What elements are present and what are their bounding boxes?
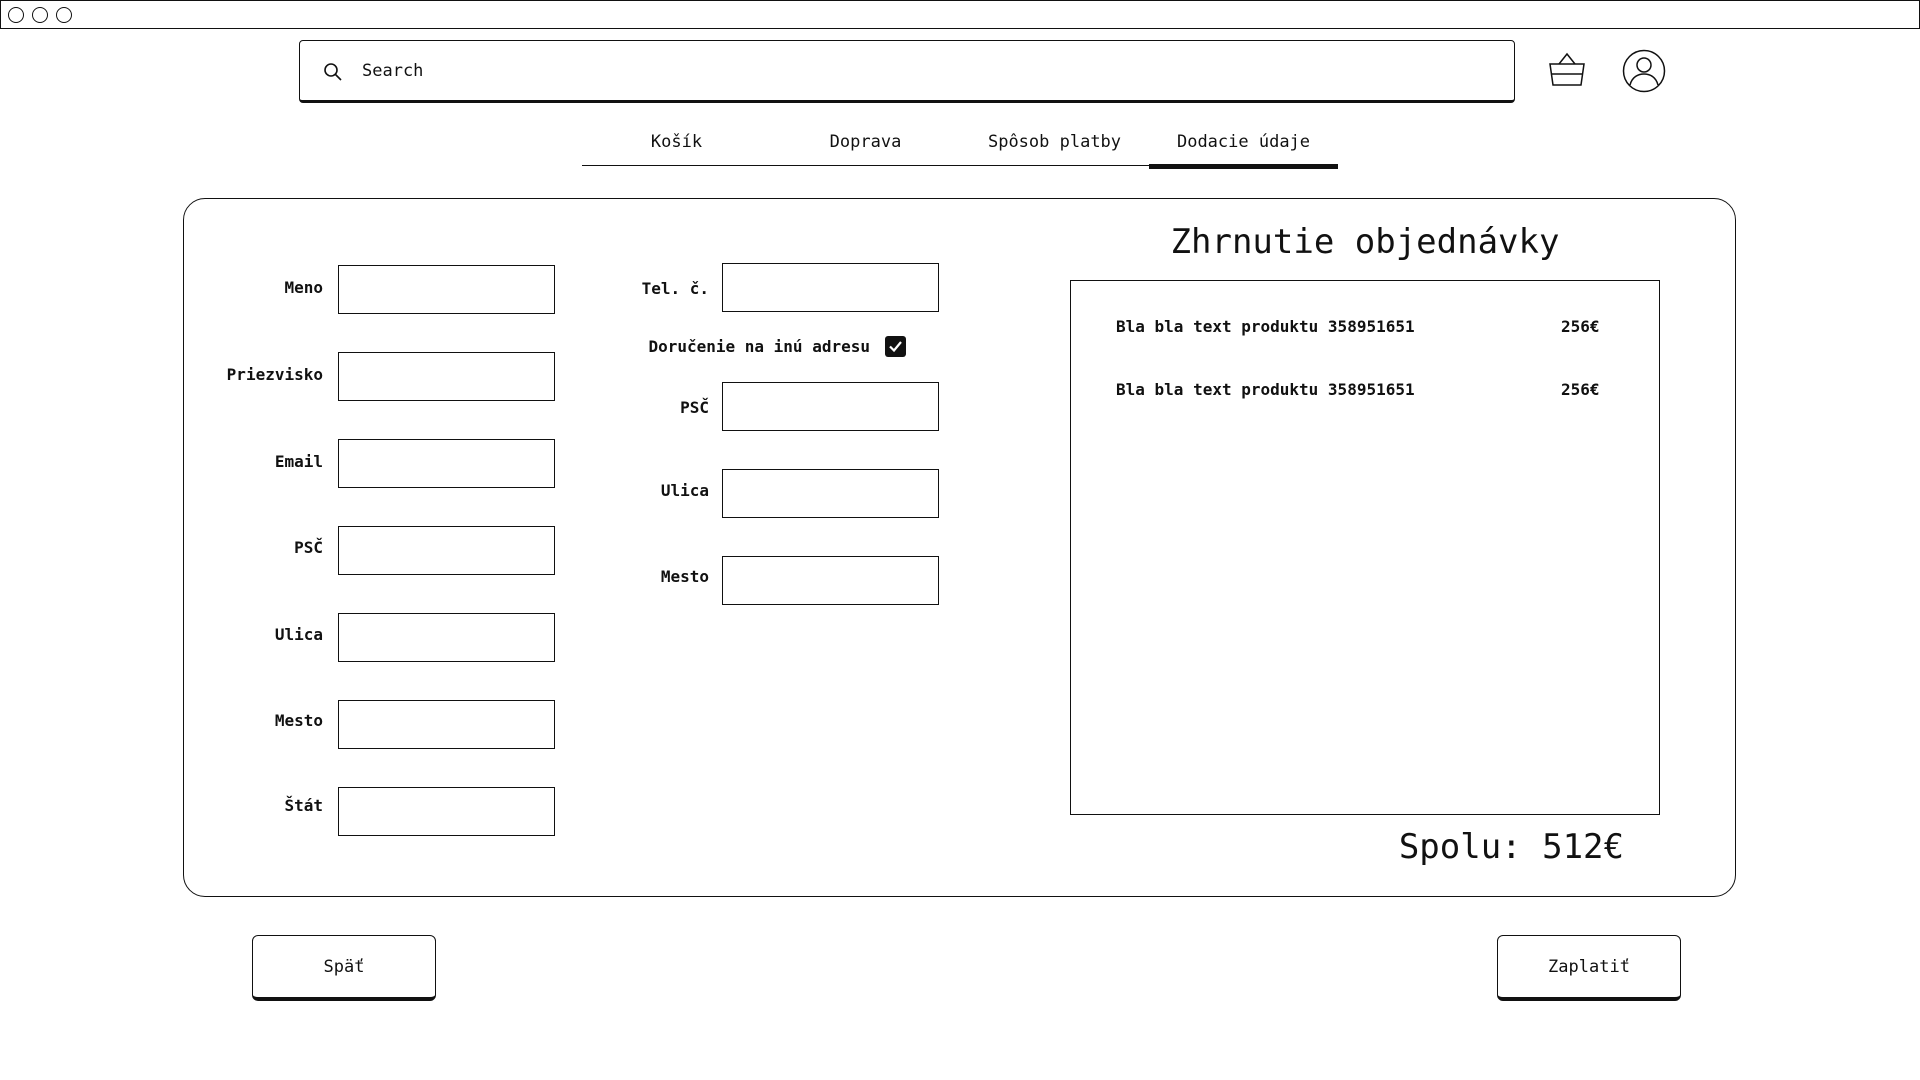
label-stat: Štát [284, 796, 323, 815]
list-item-name: Bla bla text produktu 358951651 [1116, 380, 1415, 399]
label-mesto: Mesto [274, 711, 323, 730]
pay-button[interactable]: Zaplatiť [1497, 935, 1681, 1001]
mesto-field[interactable] [338, 700, 555, 749]
label-priezvisko: Priezvisko [226, 365, 323, 384]
label-delivery-other-address: Doručenie na inú adresu [648, 337, 870, 356]
window-maximize-button[interactable] [56, 7, 72, 23]
tab-doprava[interactable]: Doprava [771, 124, 960, 166]
phone-field[interactable] [722, 263, 939, 312]
list-item-price: 256€ [1561, 380, 1600, 399]
window-titlebar [0, 0, 1920, 29]
psc-field[interactable] [338, 526, 555, 575]
label-mesto-delivery: Mesto [660, 567, 709, 586]
tab-sposob-platby[interactable]: Spôsob platby [960, 124, 1149, 166]
label-tel: Tel. č. [641, 279, 709, 298]
search-icon [323, 62, 343, 86]
priezvisko-field[interactable] [338, 352, 555, 401]
user-account-icon[interactable] [1622, 49, 1666, 97]
order-summary-list: Bla bla text produktu 358951651 256€ Bla… [1070, 280, 1660, 815]
delivery-other-address-checkbox[interactable] [885, 336, 906, 357]
search-input[interactable] [362, 53, 1462, 89]
basket-icon[interactable] [1548, 50, 1586, 92]
delivery-psc-field[interactable] [722, 382, 939, 431]
meno-field[interactable] [338, 265, 555, 314]
delivery-mesto-field[interactable] [722, 556, 939, 605]
check-icon [889, 341, 902, 353]
order-total: Spolu: 512€ [1398, 827, 1624, 867]
tab-kosik[interactable]: Košík [582, 124, 771, 166]
label-meno: Meno [284, 278, 323, 297]
list-item-price: 256€ [1561, 317, 1600, 336]
delivery-ulica-field[interactable] [722, 469, 939, 518]
label-ulica-delivery: Ulica [660, 481, 709, 500]
email-field[interactable] [338, 439, 555, 488]
label-email: Email [274, 452, 323, 471]
stat-field[interactable] [338, 787, 555, 836]
checkout-steps-tabs: Košík Doprava Spôsob platby Dodacie údaj… [582, 124, 1338, 169]
order-summary-title: Zhrnutie objednávky [1170, 222, 1560, 262]
tab-dodacie-udaje[interactable]: Dodacie údaje [1149, 124, 1338, 169]
label-ulica: Ulica [274, 625, 323, 644]
window-minimize-button[interactable] [32, 7, 48, 23]
back-button[interactable]: Späť [252, 935, 436, 1001]
ulica-field[interactable] [338, 613, 555, 662]
label-psc: PSČ [294, 538, 323, 557]
list-item-name: Bla bla text produktu 358951651 [1116, 317, 1415, 336]
label-psc-delivery: PSČ [680, 398, 709, 417]
search-bar[interactable] [299, 40, 1515, 103]
window-close-button[interactable] [8, 7, 24, 23]
